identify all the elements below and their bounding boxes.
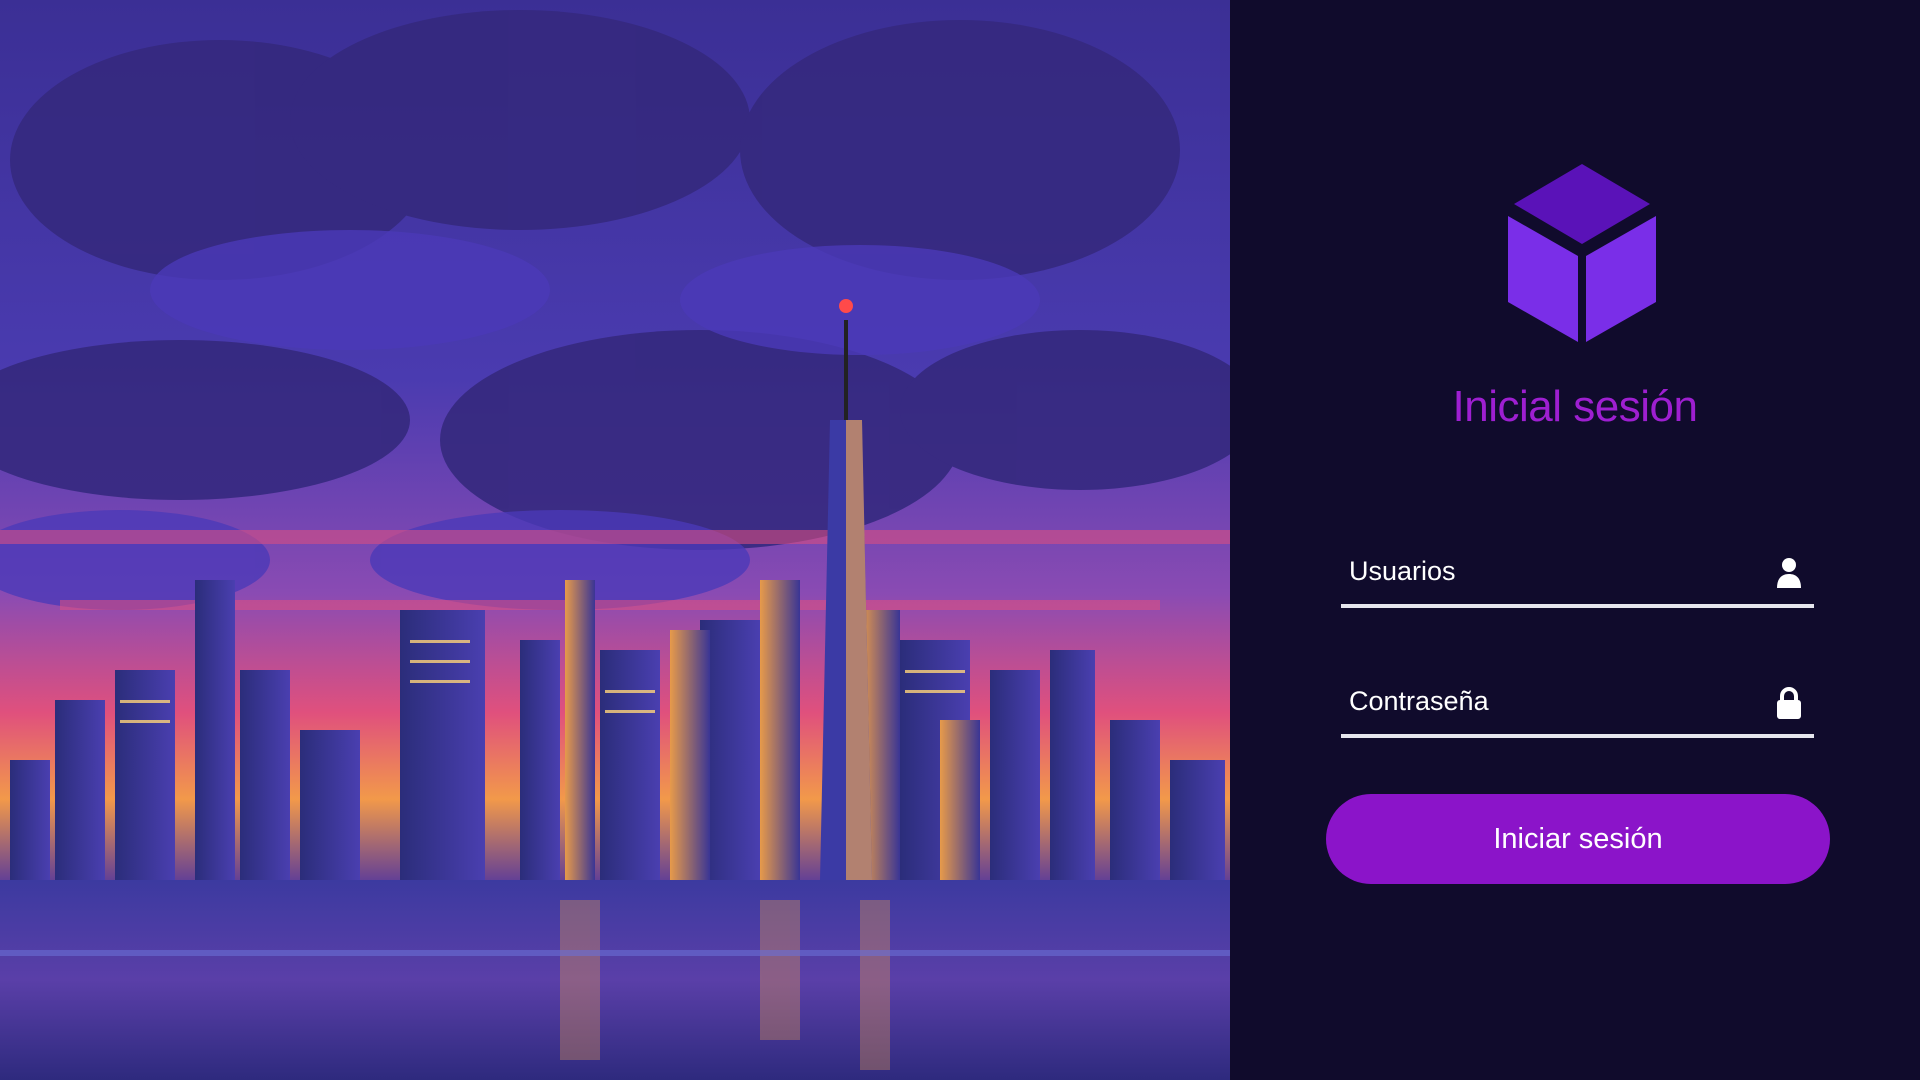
- cube-logo-icon: [1500, 158, 1664, 348]
- lock-icon: [1776, 686, 1802, 720]
- city-skyline-illustration: [0, 0, 1230, 1080]
- password-input[interactable]: [1341, 668, 1761, 734]
- username-field: [1341, 538, 1814, 608]
- password-field: [1341, 668, 1814, 738]
- login-title: Inicial sesión: [1452, 382, 1698, 431]
- login-submit-button[interactable]: Iniciar sesión: [1326, 794, 1830, 884]
- username-input[interactable]: [1341, 538, 1761, 604]
- login-panel: Inicial sesión Iniciar sesión: [1230, 0, 1920, 1080]
- user-icon: [1776, 556, 1802, 590]
